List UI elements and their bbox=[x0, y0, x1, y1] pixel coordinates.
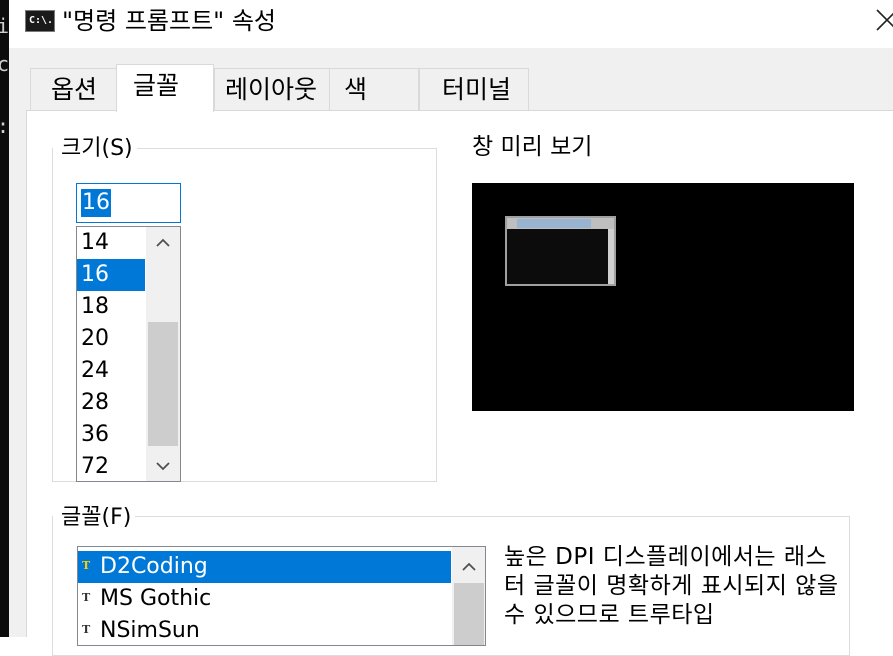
tab-terminal[interactable]: 터미널 bbox=[419, 68, 529, 110]
window-title: "명령 프롬프트" 속성 bbox=[62, 7, 276, 35]
tab-font[interactable]: 글꼴 bbox=[116, 64, 214, 112]
font-name: NSimSun bbox=[100, 618, 200, 643]
font-list-item[interactable]: T MS Gothic bbox=[78, 583, 451, 615]
size-list-item[interactable]: 18 bbox=[77, 291, 145, 323]
preview-mini-window bbox=[505, 216, 616, 286]
title-bar[interactable]: C:\. "명령 프롬프트" 속성 bbox=[9, 0, 893, 48]
font-name: MS Gothic bbox=[100, 586, 212, 611]
font-name: D2Coding bbox=[100, 554, 208, 579]
size-list-item[interactable]: 28 bbox=[77, 387, 145, 419]
truetype-icon: T bbox=[82, 591, 91, 604]
cmd-app-icon: C:\. bbox=[25, 10, 55, 32]
window-preview bbox=[472, 183, 854, 411]
background-glyph: i bbox=[0, 14, 10, 38]
tab-layout[interactable]: 레이아웃 bbox=[214, 68, 330, 110]
size-group-label: 크기(S) bbox=[53, 136, 137, 162]
size-list-item[interactable]: 24 bbox=[77, 355, 145, 387]
font-list-item-selected[interactable]: T D2Coding bbox=[78, 551, 451, 583]
size-list-item[interactable]: 36 bbox=[77, 419, 145, 451]
background-glyph: c bbox=[0, 52, 10, 76]
font-group-label: 글꼴(F) bbox=[53, 505, 136, 531]
window-preview-label: 창 미리 보기 bbox=[472, 134, 593, 160]
preview-mini-scrollbar bbox=[608, 229, 614, 284]
truetype-icon: T bbox=[82, 623, 91, 636]
size-list-scrollbar[interactable] bbox=[146, 227, 180, 481]
background-console-strip bbox=[0, 0, 9, 637]
close-icon[interactable] bbox=[867, 4, 893, 38]
chevron-up-icon[interactable] bbox=[146, 227, 180, 257]
chevron-down-icon[interactable] bbox=[146, 451, 180, 481]
size-list-item[interactable]: 14 bbox=[77, 227, 145, 259]
font-info-text: 높은 DPI 디스플레이에서는 래스터 글꼴이 명확하게 표시되지 않을 수 있… bbox=[504, 544, 839, 628]
size-list-item[interactable]: 72 bbox=[77, 451, 145, 481]
truetype-icon: T bbox=[82, 559, 91, 572]
preview-mini-titlebar bbox=[507, 218, 614, 229]
font-list[interactable]: T D2Coding T MS Gothic T NSimSun bbox=[77, 546, 486, 646]
size-list-scroll-thumb[interactable] bbox=[148, 322, 178, 446]
tab-options[interactable]: 옵션 bbox=[30, 68, 118, 110]
chevron-up-icon[interactable] bbox=[452, 551, 486, 581]
size-input[interactable]: 16 bbox=[76, 183, 181, 223]
background-glyph: : bbox=[0, 114, 9, 138]
size-list-item[interactable]: 20 bbox=[77, 323, 145, 355]
preview-mini-caption bbox=[517, 219, 591, 228]
size-list-item-selected[interactable]: 16 bbox=[77, 259, 145, 291]
tab-color[interactable]: 색 bbox=[329, 68, 419, 110]
font-list-item[interactable]: T NSimSun bbox=[78, 615, 451, 645]
font-list-scrollbar[interactable] bbox=[452, 547, 486, 645]
size-list[interactable]: 14 16 18 20 24 28 36 72 bbox=[76, 226, 181, 482]
